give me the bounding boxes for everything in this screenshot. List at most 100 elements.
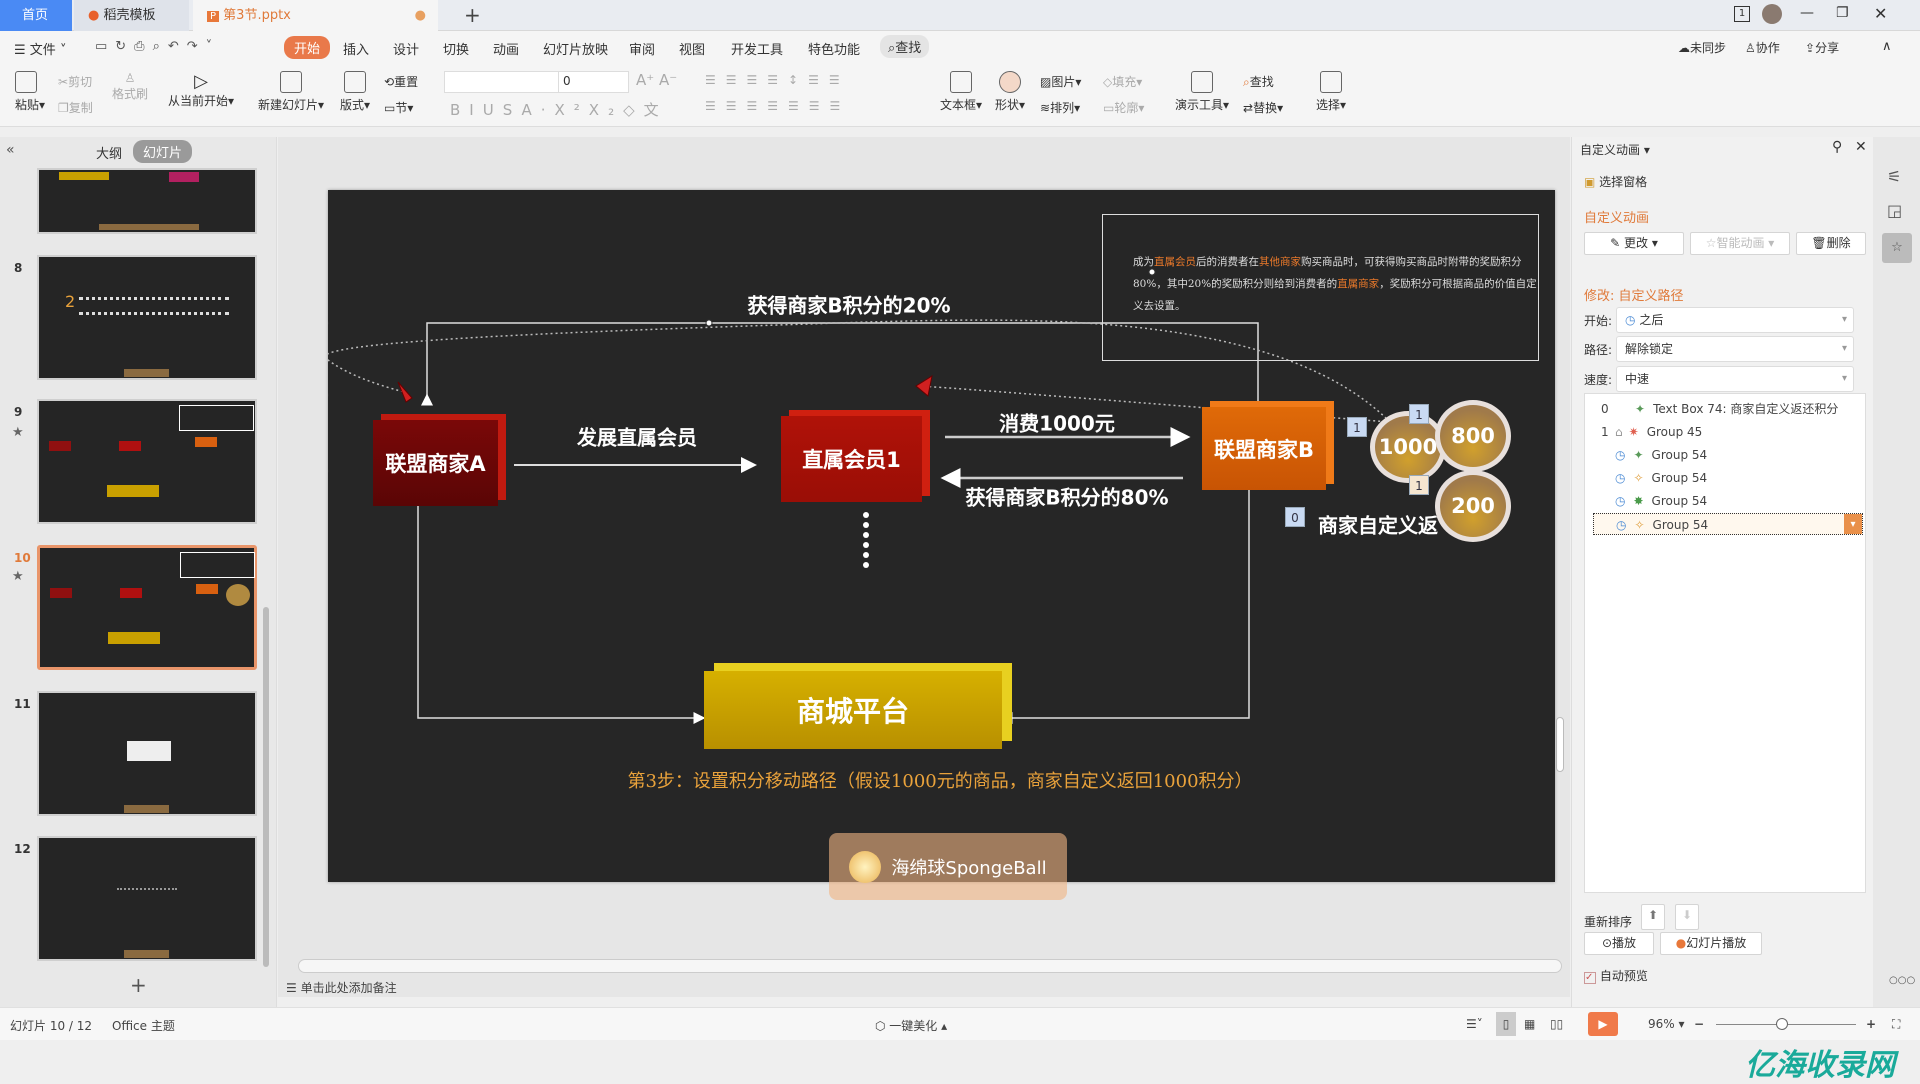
zoom-select[interactable]: 96% ▾	[1648, 1017, 1685, 1031]
avatar[interactable]	[1762, 4, 1782, 24]
menu-transition[interactable]: 切换	[443, 39, 469, 58]
present-tools-button[interactable]: 演示工具▾	[1175, 71, 1229, 113]
thumbnail-scrollbar[interactable]	[263, 607, 269, 967]
animation-item-selected[interactable]: ◷ ✧ Group 54 ▾	[1593, 513, 1863, 535]
slide-thumbnail-12[interactable]	[37, 836, 257, 961]
animation-item[interactable]: 0 ✦ Text Box 74: 商家自定义返还积分	[1593, 398, 1863, 420]
zoom-in-button[interactable]: +	[1866, 1017, 1876, 1031]
file-menu[interactable]: ☰ 文件 ˅	[14, 39, 66, 58]
paste-button[interactable]: 粘贴▾	[15, 71, 45, 113]
pin-icon[interactable]: ⚲	[1832, 139, 1842, 155]
menu-insert[interactable]: 插入	[343, 39, 369, 58]
item-dropdown-icon[interactable]: ▾	[1844, 514, 1862, 534]
animation-item[interactable]: ◷ ✸ Group 54	[1593, 490, 1863, 512]
section-button[interactable]: ▭节▾	[384, 99, 413, 116]
animation-order-badge[interactable]: 1	[1347, 417, 1367, 437]
reading-view-icon[interactable]: ▯▯	[1550, 1017, 1563, 1031]
tab-outline[interactable]: 大纲	[96, 143, 122, 162]
arrange-button[interactable]: ≋排列▾	[1040, 99, 1080, 116]
coin-200[interactable]: 200	[1435, 470, 1511, 542]
from-current-button[interactable]: ▷ 从当前开始▾	[168, 71, 234, 109]
select-pane-button[interactable]: ▣ 选择窗格	[1584, 173, 1647, 190]
slide-thumbnail-9[interactable]	[37, 399, 257, 524]
new-slide-button[interactable]: 新建幻灯片▾	[258, 71, 324, 113]
play-button[interactable]: ⊙播放	[1584, 932, 1654, 955]
animation-item[interactable]: 1 ⌂ ✷ Group 45	[1593, 421, 1863, 443]
merchant-b-box[interactable]: 联盟商家B	[1202, 407, 1326, 490]
picture-button[interactable]: ▨图片▾	[1040, 73, 1081, 90]
slideshow-button[interactable]: ●幻灯片播放	[1660, 932, 1762, 955]
shape-button[interactable]: 形状▾	[995, 71, 1025, 113]
font-size-input[interactable]: 0	[558, 71, 628, 93]
animation-order-badge[interactable]: 1	[1409, 404, 1429, 424]
autopreview-checkbox[interactable]: ✓ 自动预览	[1584, 967, 1648, 984]
tab-slides[interactable]: 幻灯片	[133, 140, 193, 163]
smart-animation-button[interactable]: ☆智能动画 ▾	[1690, 232, 1790, 255]
menu-animation[interactable]: 动画	[493, 39, 519, 58]
animation-item[interactable]: ◷ ✧ Group 54	[1593, 467, 1863, 489]
more-icon[interactable]: ○○○	[1889, 975, 1915, 986]
play-slideshow-button[interactable]: ▶	[1588, 1012, 1618, 1036]
restore-icon[interactable]: ❐	[1836, 5, 1849, 21]
collab-button[interactable]: ♙协作	[1745, 39, 1780, 56]
quick-access-icons[interactable]: ▭↻⎙⌕↶↷˅	[95, 39, 220, 54]
sorter-view-icon[interactable]: ▦	[1524, 1017, 1535, 1031]
coin-1000[interactable]: 1000	[1370, 411, 1446, 483]
theme-name[interactable]: Office 主题	[112, 1017, 175, 1034]
sync-button[interactable]: ☁未同步	[1678, 39, 1726, 56]
font-style-icons[interactable]: BIUSA·X²X₂◇文	[450, 99, 668, 120]
copy-button[interactable]: ❐复制	[58, 99, 93, 116]
paragraph-icons[interactable]: ☰☰☰☰↕☰☰	[705, 73, 850, 87]
menu-view[interactable]: 视图	[679, 39, 705, 58]
vertical-scrollbar[interactable]	[1556, 717, 1564, 772]
menu-developer[interactable]: 开发工具	[731, 39, 783, 58]
format-painter-button[interactable]: ♙ 格式刷	[112, 71, 148, 102]
properties-icon[interactable]: ⚟	[1887, 167, 1901, 186]
merchant-a-box[interactable]: 联盟商家A	[373, 420, 498, 506]
collapse-panel-icon[interactable]: «	[6, 142, 15, 158]
close-icon[interactable]: ✕	[1874, 4, 1887, 23]
slide-canvas[interactable]: 成为直属会员后的消费者在其他商家购买商品时，可获得购买商品时附带的奖励积分80%…	[328, 190, 1555, 900]
cut-button[interactable]: ✂剪切	[58, 73, 92, 90]
menu-design[interactable]: 设计	[393, 39, 419, 58]
search-button[interactable]: ⌕查找	[880, 35, 930, 58]
textbox-button[interactable]: 文本框▾	[940, 71, 982, 113]
slide-thumbnail-7[interactable]	[37, 168, 257, 234]
description-textbox[interactable]: 成为直属会员后的消费者在其他商家购买商品时，可获得购买商品时附带的奖励积分80%…	[1102, 214, 1539, 361]
menu-features[interactable]: 特色功能	[808, 39, 860, 58]
animation-order-badge[interactable]: 0	[1285, 507, 1305, 527]
move-down-button[interactable]: ⬇	[1675, 904, 1699, 930]
share-button[interactable]: ⇪分享	[1805, 39, 1839, 56]
fit-window-icon[interactable]: ⛶	[1892, 1017, 1900, 1032]
transition-icon[interactable]: ◲	[1887, 201, 1902, 220]
member-1-box[interactable]: 直属会员1	[781, 416, 922, 502]
animation-order-badge[interactable]: 1	[1409, 475, 1429, 495]
coin-800[interactable]: 800	[1435, 400, 1511, 472]
path-select[interactable]: 解除锁定	[1616, 336, 1854, 362]
layout-button[interactable]: 版式▾	[340, 71, 370, 113]
menu-start[interactable]: 开始	[284, 36, 331, 59]
select-button[interactable]: 选择▾	[1316, 71, 1346, 113]
change-button[interactable]: ✎ 更改 ▾	[1584, 232, 1684, 255]
tab-docer[interactable]: ● 稻壳模板	[74, 0, 189, 31]
menu-review[interactable]: 审阅	[629, 39, 655, 58]
find-button[interactable]: ⌕查找	[1243, 73, 1274, 90]
replace-button[interactable]: ⇄替换▾	[1243, 99, 1283, 116]
tab-document[interactable]: P 第3节.pptx ●	[193, 0, 438, 31]
beautify-button[interactable]: ⬡ 一键美化 ▴	[875, 1017, 947, 1034]
slide-thumbnail-11[interactable]	[37, 691, 257, 816]
zoom-slider-handle[interactable]	[1776, 1018, 1788, 1030]
animation-star-icon[interactable]: ☆	[1882, 233, 1912, 263]
new-tab-button[interactable]: +	[450, 0, 481, 31]
reset-button[interactable]: ⟲重置	[384, 73, 418, 90]
fill-button[interactable]: ◇填充▾	[1103, 73, 1142, 90]
slide-thumbnail-8[interactable]: 2	[37, 255, 257, 380]
slide-thumbnail-10[interactable]	[37, 545, 257, 670]
mall-platform-box[interactable]: 商城平台	[704, 671, 1002, 749]
normal-view-icon[interactable]: ▯	[1496, 1012, 1516, 1036]
start-select[interactable]: ◷ 之后	[1616, 307, 1854, 333]
font-grow-shrink-icons[interactable]: A⁺ A⁻	[636, 71, 677, 89]
panel-title[interactable]: 自定义动画 ▾	[1580, 141, 1650, 158]
collapse-ribbon-icon[interactable]: ∧	[1882, 39, 1892, 54]
alignment-icons[interactable]: ☰☰☰☰☰☰☰	[705, 99, 850, 113]
